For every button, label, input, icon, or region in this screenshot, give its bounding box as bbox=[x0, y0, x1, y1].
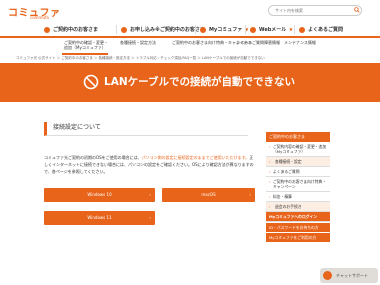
section-title: 接続設定について bbox=[44, 122, 248, 136]
chevron-right-icon: › bbox=[149, 192, 151, 197]
para-text: コミュファ光ご契約の初期のOSをご使用の場合には、 bbox=[44, 155, 142, 160]
divider bbox=[195, 25, 196, 34]
subnav-item-contract[interactable]: ご契約中の確認・変更・ 追加（Myコミュファ） bbox=[64, 40, 108, 50]
windows11-button[interactable]: Windows 11 › bbox=[44, 211, 155, 225]
button-label: macOS bbox=[201, 192, 216, 197]
breadcrumb[interactable]: コミュファ光 公式サイト ＞ ご契約中のお客さま ＞ 各種接続・設定方法 ＞ ト… bbox=[16, 56, 265, 61]
search-icon[interactable] bbox=[354, 7, 360, 13]
sidebar-mycommufa-button[interactable]: Myコミュファをご利用の方 bbox=[266, 232, 330, 242]
mail-icon bbox=[250, 26, 256, 33]
search-input[interactable] bbox=[268, 5, 362, 16]
subnav-item-faq[interactable]: よくあるご質問 bbox=[236, 40, 264, 45]
divider bbox=[294, 25, 295, 34]
divider bbox=[245, 25, 246, 34]
subnav-item-settings[interactable]: 各種接続・設定方法 bbox=[120, 40, 156, 45]
topnav-item-apply[interactable]: お申し込み※ご契約中のお客さま bbox=[121, 23, 205, 36]
sidebar-login-header: Myコミュファへのログイン bbox=[266, 212, 330, 222]
macos-button[interactable]: macOS › bbox=[162, 188, 255, 202]
chevron-right-icon: › bbox=[149, 215, 151, 220]
chat-icon bbox=[323, 271, 332, 280]
page-root: コミュファ commufa ご契約中のお客さま お申し込み※ご契約中のお客さま … bbox=[0, 0, 380, 285]
sidebar-login-button[interactable]: ID・パスワードをお持ちの方 bbox=[266, 222, 330, 232]
button-label: Windows 10 bbox=[87, 192, 112, 197]
subnav-item-maintenance[interactable]: メンテナンス情報 bbox=[284, 40, 316, 45]
chevron-right-icon: › bbox=[249, 192, 251, 197]
topnav-item-webmail[interactable]: Webメール ▼ bbox=[250, 23, 292, 36]
topnav-label: ご契約中のお客さま bbox=[53, 27, 99, 33]
prohibited-icon bbox=[83, 74, 99, 90]
topnav-item-faq[interactable]: よくあるご質問 bbox=[299, 23, 343, 36]
sidebar: ご契約中のお客さま ご契約内容の確認・変更・追加（Myコミュファ） 各種接続・設… bbox=[266, 132, 330, 242]
windows10-button[interactable]: Windows 10 › bbox=[44, 188, 155, 202]
para-highlight: パソコン側の設定に接続設定のままでご使用いただけます。 bbox=[141, 155, 250, 160]
question-icon bbox=[299, 26, 305, 33]
sidebar-item-withdraw[interactable]: 退会のお手続き bbox=[266, 202, 330, 212]
topnav-label: よくあるご質問 bbox=[308, 27, 344, 33]
button-label: Windows 11 bbox=[87, 215, 112, 220]
active-indicator bbox=[62, 53, 108, 55]
user-icon bbox=[200, 26, 206, 33]
sidebar-item-campaign[interactable]: ご契約中のお客さま向け特典・キャンペーン bbox=[266, 177, 330, 192]
sidebar-item-faq[interactable]: よくあるご質問 bbox=[266, 167, 330, 177]
document-icon bbox=[121, 26, 127, 33]
section-paragraph: コミュファ光ご契約の初期のOSをご使用の場合には、パソコン側の設定に接続設定のま… bbox=[44, 154, 254, 175]
page-title: LANケーブルでの接続が自動でできない bbox=[104, 76, 295, 88]
topnav-label: Webメール bbox=[259, 27, 287, 33]
subnav-item-outage[interactable]: 障害情報 bbox=[264, 40, 280, 45]
chevron-down-icon: ▼ bbox=[289, 27, 293, 32]
divider bbox=[116, 25, 117, 34]
sidebar-item-settings[interactable]: 各種接続・設定 bbox=[266, 157, 330, 167]
sidebar-item-fees[interactable]: 料金・精算 bbox=[266, 192, 330, 202]
topnav-item-mycommufa[interactable]: Myコミュファ ▼ bbox=[200, 23, 248, 36]
sidebar-item-contract[interactable]: ご契約内容の確認・変更・追加（Myコミュファ） bbox=[266, 142, 330, 157]
logo-subtext: commufa bbox=[30, 15, 49, 20]
sidebar-heading: ご契約中のお客さま bbox=[266, 132, 330, 142]
topnav-label: お申し込み※ご契約中のお客さま bbox=[130, 27, 205, 33]
person-icon bbox=[44, 26, 50, 33]
topnav-label: Myコミュファ bbox=[209, 27, 243, 33]
topnav-item-current-customers[interactable]: ご契約中のお客さま bbox=[44, 23, 98, 36]
